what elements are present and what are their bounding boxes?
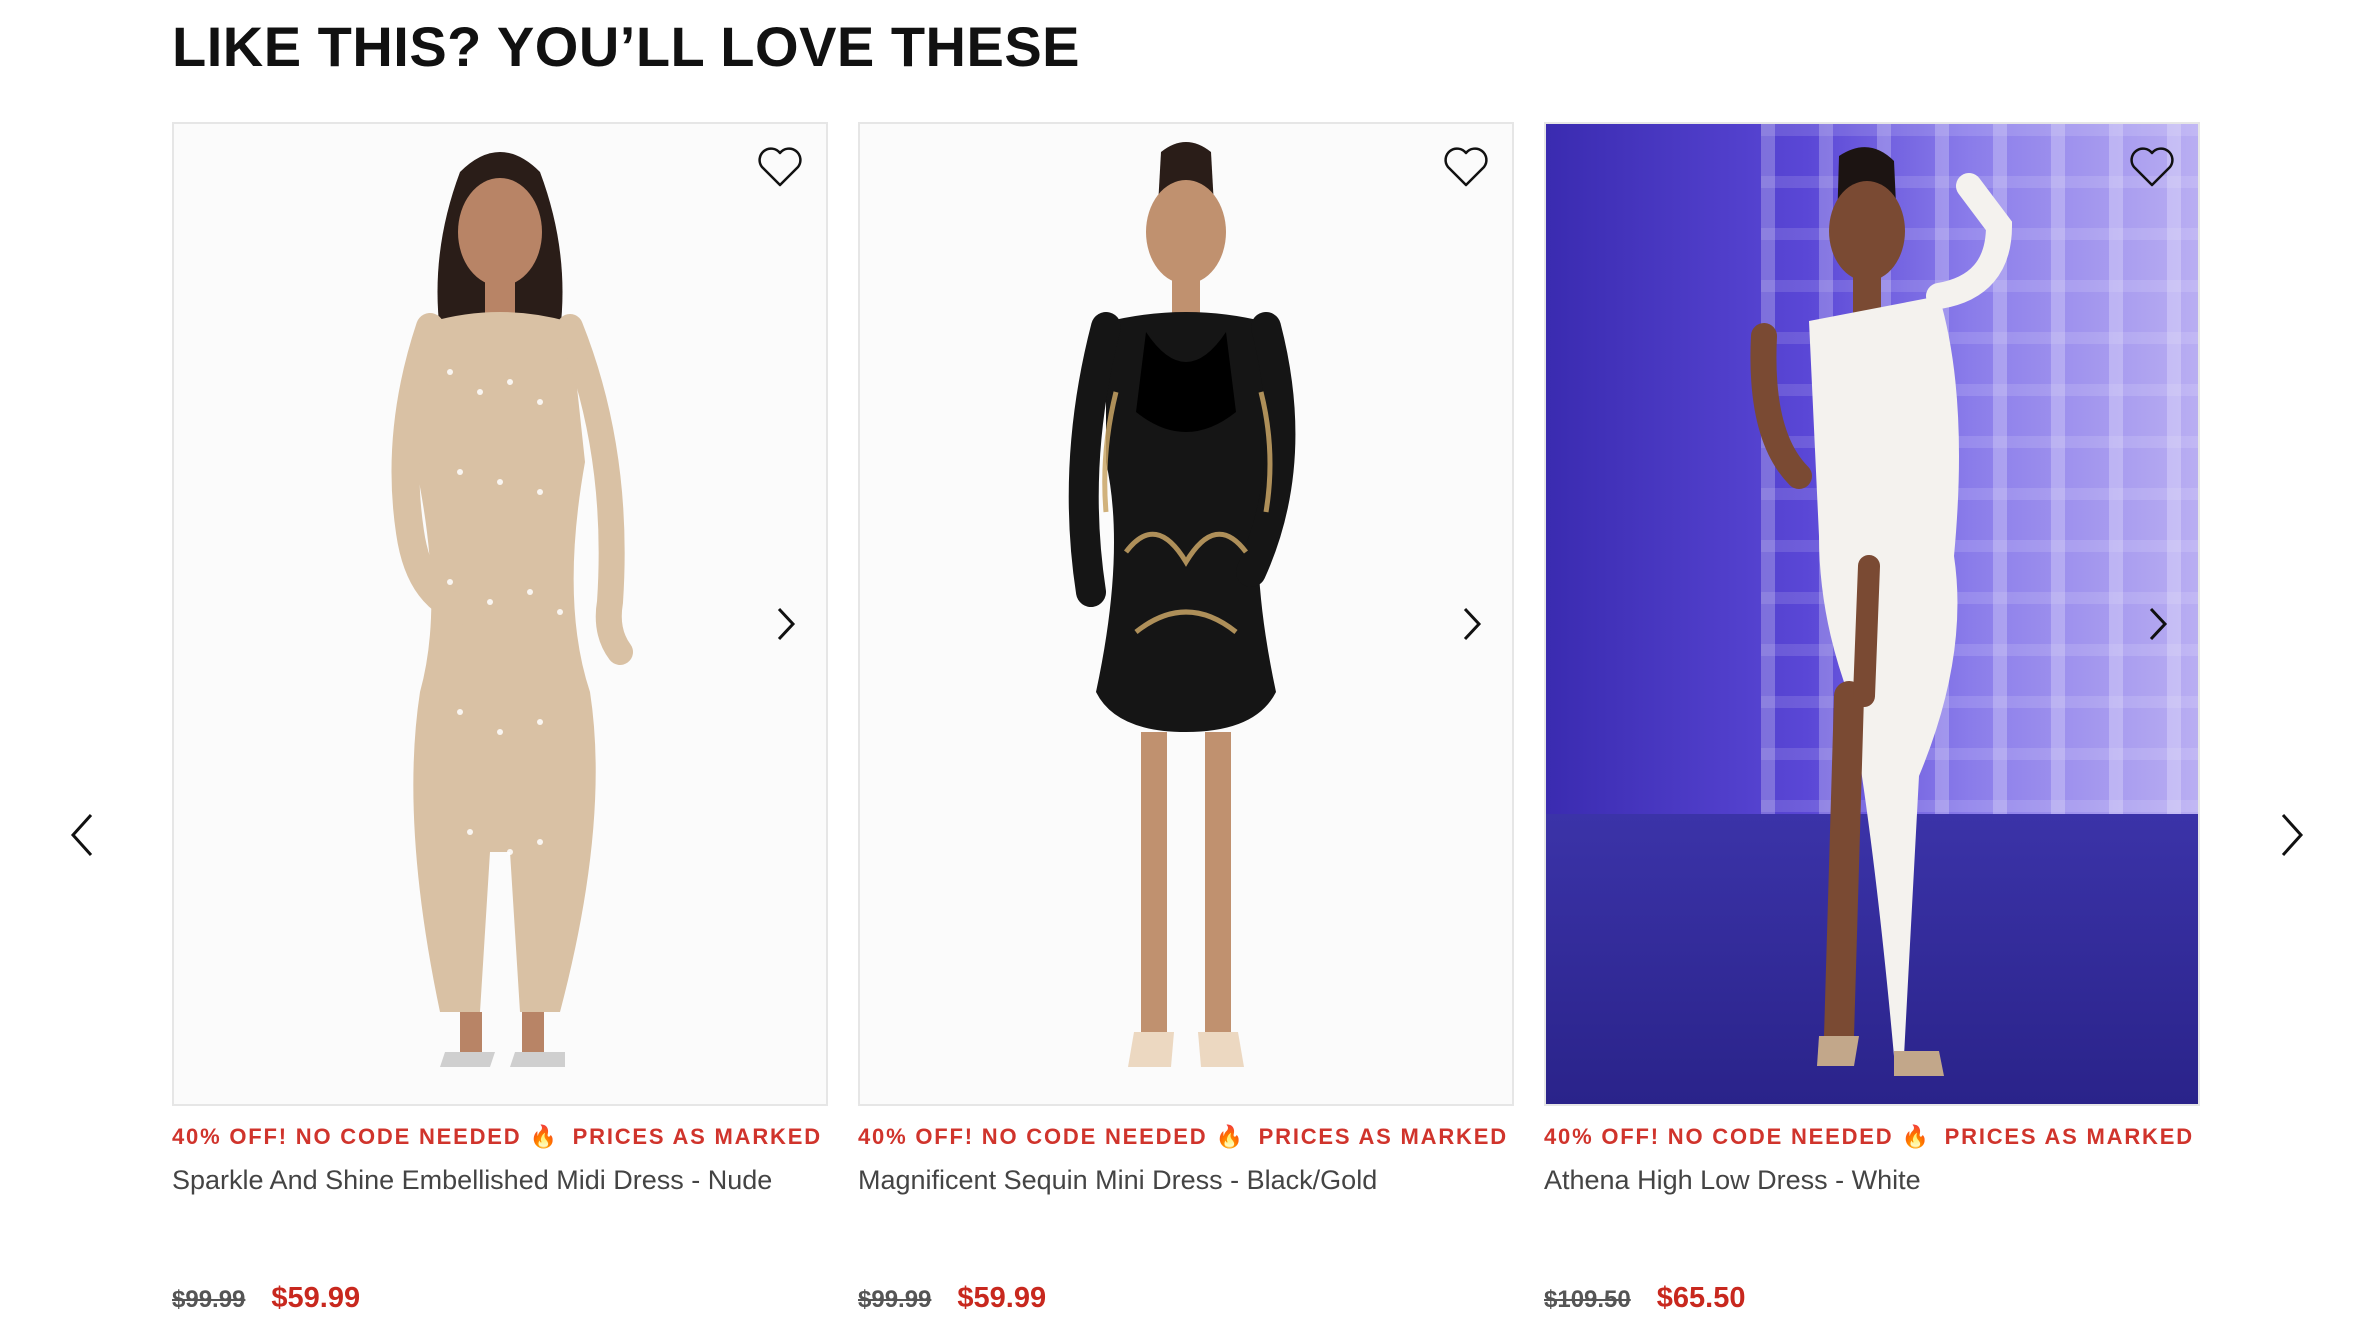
fire-icon: 🔥 — [1901, 1124, 1931, 1149]
promo-suffix: PRICES AS MARKED — [1944, 1124, 2194, 1149]
sale-price: $59.99 — [957, 1282, 1047, 1314]
promo-text: 40% OFF! NO CODE NEEDED — [1544, 1124, 1894, 1149]
fire-icon: 🔥 — [529, 1124, 559, 1149]
chevron-right-icon — [2281, 813, 2304, 857]
image-next-button[interactable] — [1450, 594, 1494, 654]
product-image[interactable] — [1544, 122, 2200, 1106]
price-row: $109.50 $65.50 — [1544, 1282, 1745, 1315]
chevron-right-icon — [777, 607, 796, 641]
carousel-next-button[interactable] — [2262, 805, 2322, 865]
wishlist-button[interactable] — [754, 144, 806, 190]
wishlist-button[interactable] — [1440, 144, 1492, 190]
promo-suffix: PRICES AS MARKED — [572, 1124, 822, 1149]
product-title[interactable]: Magnificent Sequin Mini Dress - Black/Go… — [858, 1164, 1514, 1196]
promo-suffix: PRICES AS MARKED — [1258, 1124, 1508, 1149]
promo-banner: 40% OFF! NO CODE NEEDED 🔥 PRICES AS MARKED — [172, 1124, 828, 1150]
product-image[interactable] — [858, 122, 1514, 1106]
original-price: $99.99 — [172, 1286, 246, 1313]
price-row: $99.99 $59.99 — [858, 1282, 1046, 1315]
model-illustration — [391, 152, 633, 1067]
chevron-right-icon — [2149, 607, 2168, 641]
promo-banner: 40% OFF! NO CODE NEEDED 🔥 PRICES AS MARKED — [858, 1124, 1514, 1150]
image-next-button[interactable] — [2136, 594, 2180, 654]
product-card[interactable]: 40% OFF! NO CODE NEEDED 🔥 PRICES AS MARKED… — [172, 122, 828, 1314]
price-row: $99.99 $59.99 — [172, 1282, 360, 1315]
sale-price: $65.50 — [1656, 1282, 1746, 1314]
chevron-right-icon — [1463, 607, 1482, 641]
product-title[interactable]: Sparkle And Shine Embellished Midi Dress… — [172, 1164, 828, 1196]
model-illustration — [1068, 142, 1296, 1067]
original-price: $109.50 — [1544, 1286, 1631, 1313]
fire-icon: 🔥 — [1215, 1124, 1245, 1149]
original-price: $99.99 — [858, 1286, 932, 1313]
model-illustration — [1750, 147, 2012, 1076]
wishlist-button[interactable] — [2126, 144, 2178, 190]
product-image[interactable] — [172, 122, 828, 1106]
recommendations-section: LIKE THIS? YOU’LL LOVE THESE 40% OFF! NO… — [0, 0, 2374, 1342]
product-card[interactable]: 40% OFF! NO CODE NEEDED 🔥 PRICES AS MARKED… — [858, 122, 1514, 1314]
heart-icon — [758, 147, 802, 187]
sale-price: $59.99 — [271, 1282, 361, 1314]
heart-icon — [2130, 147, 2174, 187]
section-heading: LIKE THIS? YOU’LL LOVE THESE — [172, 15, 1081, 78]
promo-banner: 40% OFF! NO CODE NEEDED 🔥 PRICES AS MARKED — [1544, 1124, 2200, 1150]
heart-icon — [1444, 147, 1488, 187]
product-title[interactable]: Athena High Low Dress - White — [1544, 1164, 2200, 1196]
chevron-left-icon — [70, 813, 93, 857]
carousel-prev-button[interactable] — [52, 805, 112, 865]
image-next-button[interactable] — [764, 594, 808, 654]
promo-text: 40% OFF! NO CODE NEEDED — [858, 1124, 1208, 1149]
product-card[interactable]: 40% OFF! NO CODE NEEDED 🔥 PRICES AS MARKED… — [1544, 122, 2200, 1314]
promo-text: 40% OFF! NO CODE NEEDED — [172, 1124, 522, 1149]
